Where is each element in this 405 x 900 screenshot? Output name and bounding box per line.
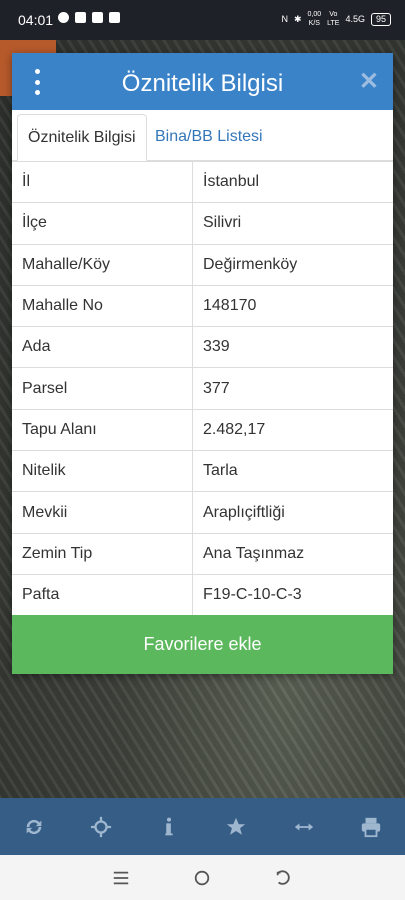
attribute-key: Parsel [12, 367, 193, 410]
crosshair-icon[interactable] [84, 810, 118, 844]
menu-icon[interactable] [106, 863, 136, 893]
info-icon[interactable] [152, 810, 186, 844]
dialog-tabs: Öznitelik Bilgisi Bina/BB Listesi [12, 110, 393, 161]
attribute-value: Tarla [192, 450, 393, 492]
attribute-dialog: Öznitelik Bilgisi ✕ Öznitelik Bilgisi Bi… [12, 53, 393, 674]
bluetooth-icon: ✱ [293, 13, 302, 24]
table-row: İl İstanbul [12, 160, 393, 203]
table-row: Tapu Alanı 2.482,17 [12, 408, 393, 451]
attribute-value: Değirmenköy [192, 243, 393, 286]
attribute-value: F19-C-10-C-3 [192, 573, 393, 616]
home-icon[interactable] [187, 863, 217, 893]
dialog-title: Öznitelik Bilgisi [121, 70, 284, 97]
message-icon [109, 12, 120, 23]
attribute-key: İlçe [12, 202, 193, 245]
attribute-key: Mahalle/Köy [12, 243, 193, 286]
table-row: Zemin Tip Ana Taşınmaz [12, 532, 393, 575]
dialog-header: Öznitelik Bilgisi ✕ [12, 53, 393, 110]
attribute-value: 2.482,17 [192, 408, 393, 451]
status-bar: 04:01 N ✱ 0,00 K/S Vo LTE 4.5G 95 [0, 0, 405, 40]
battery-icon: 95 [370, 12, 391, 26]
attribute-value: İstanbul [192, 160, 393, 203]
add-favorite-button[interactable]: Favorilere ekle [12, 615, 393, 674]
attribute-key: İl [12, 160, 193, 203]
nfc-icon: N [281, 13, 288, 24]
system-nav-bar [0, 855, 405, 900]
table-row: Nitelik Tarla [12, 450, 393, 492]
table-row: Mahalle/Köy Değirmenköy [12, 243, 393, 286]
table-row: Parsel 377 [12, 367, 393, 410]
attribute-value: Araplıçiftliği [192, 491, 393, 534]
attribute-key: Ada [12, 326, 193, 368]
status-time: 04:01 [18, 12, 54, 28]
status-right: N ✱ 0,00 K/S Vo LTE 4.5G 95 [281, 10, 391, 28]
attribute-key: Nitelik [12, 450, 193, 492]
measure-icon[interactable] [287, 810, 321, 844]
attribute-key: Mevkii [12, 491, 193, 534]
attribute-value: 339 [192, 326, 393, 368]
grid-app-icon [75, 12, 86, 23]
table-row: İlçe Silivri [12, 202, 393, 245]
close-icon[interactable]: ✕ [359, 67, 379, 96]
attribute-value: Silivri [192, 202, 393, 245]
tab-building-list[interactable]: Bina/BB Listesi [145, 114, 273, 160]
facebook-icon [58, 12, 69, 23]
youtube-icon [92, 12, 103, 23]
table-row: Ada 339 [12, 326, 393, 368]
signal-label: 4.5G [345, 13, 365, 24]
attribute-value: 148170 [192, 284, 393, 327]
table-row: Mahalle No 148170 [12, 284, 393, 327]
volte-label: Vo LTE [327, 11, 340, 27]
net-speed: 0,00 K/S [307, 11, 322, 27]
table-row: Pafta F19-C-10-C-3 [12, 573, 393, 616]
tab-attribute-info[interactable]: Öznitelik Bilgisi [17, 114, 147, 161]
attribute-key: Zemin Tip [12, 532, 193, 575]
back-icon[interactable] [269, 863, 299, 893]
notification-icons [58, 12, 120, 23]
attribute-value: Ana Taşınmaz [192, 532, 393, 575]
refresh-icon[interactable] [17, 810, 51, 844]
attribute-table: İl İstanbul İlçe Silivri Mahalle/Köy Değirmen… [12, 160, 393, 616]
table-row: Mevkii Araplıçiftliği [12, 491, 393, 534]
attribute-key: Pafta [12, 573, 193, 616]
star-icon[interactable] [219, 810, 253, 844]
attribute-key: Mahalle No [12, 284, 193, 327]
attribute-value: 377 [192, 367, 393, 410]
print-icon[interactable] [354, 810, 388, 844]
attribute-key: Tapu Alanı [12, 408, 193, 451]
bottom-toolbar [0, 798, 405, 855]
